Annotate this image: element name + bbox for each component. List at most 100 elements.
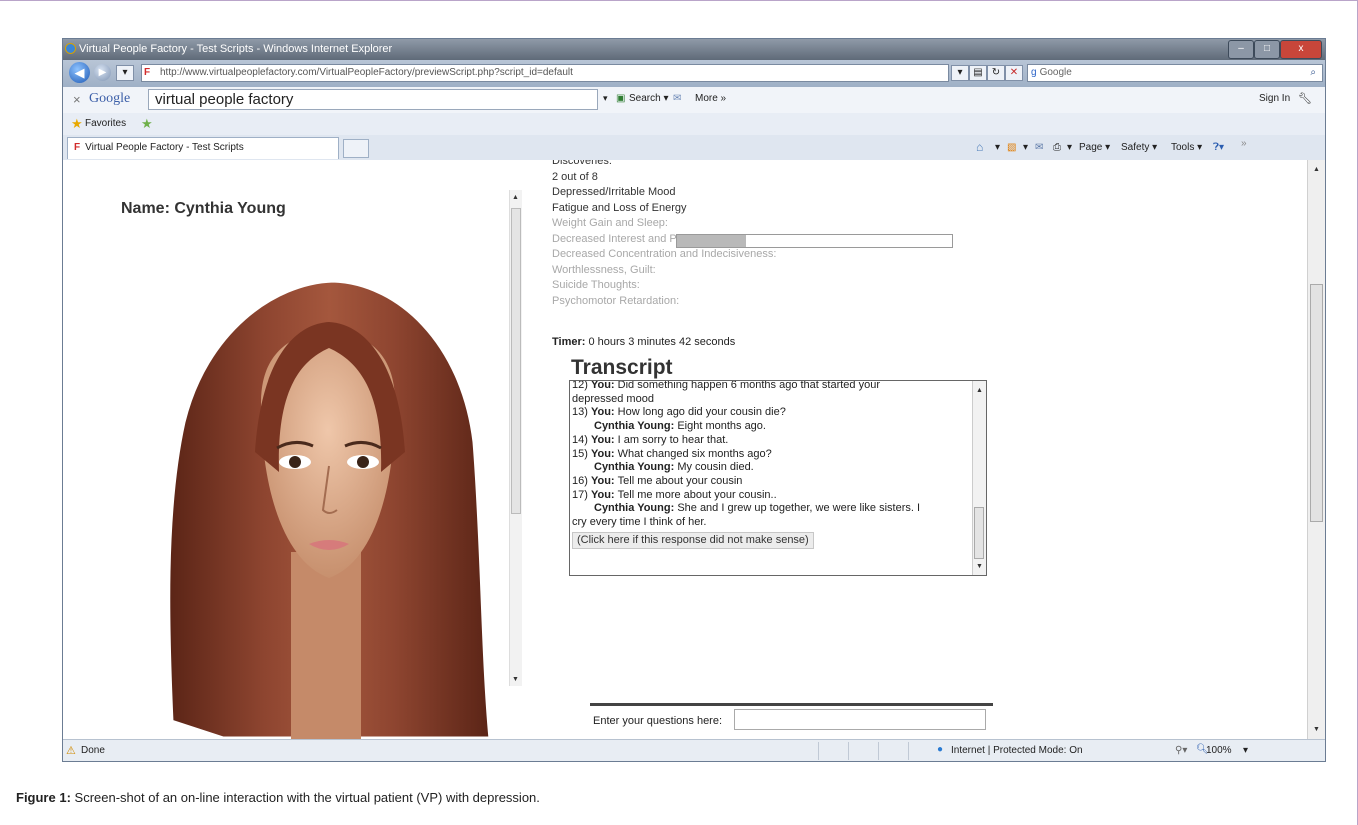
maximize-button[interactable]: □	[1254, 40, 1280, 59]
tab-bar: F Virtual People Factory - Test Scripts ⌂…	[63, 135, 1325, 161]
question-input[interactable]	[734, 709, 986, 730]
discovery-item: Fatigue and Loss of Energy	[552, 201, 687, 214]
scroll-down-icon[interactable]: ▼	[512, 676, 519, 683]
tab-favicon-icon: F	[74, 142, 81, 153]
page-scrollbar[interactable]: ▲ ▼	[1307, 160, 1325, 739]
close-toolbar-icon[interactable]: ×	[73, 92, 81, 107]
mail-icon[interactable]: ✉	[673, 93, 681, 104]
feedback-button[interactable]: (Click here if this response did not mak…	[572, 531, 814, 550]
browser-window: Virtual People Factory - Test Scripts - …	[62, 38, 1326, 762]
transcript-line: Cynthia Young: Eight months ago.	[572, 420, 968, 434]
read-mail-icon[interactable]: ✉	[1035, 142, 1043, 153]
address-bar: ◀ ▶ ▾ Fhttp://www.virtualpeoplefactory.c…	[63, 60, 1325, 87]
protected-mode-icon[interactable]: ⚲▾	[1175, 745, 1187, 756]
scroll-up-icon[interactable]: ▲	[512, 194, 519, 201]
feeds-icon[interactable]: ▧	[1007, 142, 1016, 153]
search-box[interactable]: g Google ⌕	[1027, 64, 1323, 82]
home-dropdown-icon[interactable]: ▾	[995, 142, 1000, 153]
line-text: My cousin died.	[677, 461, 754, 474]
favorites-star-icon: ★	[71, 116, 83, 131]
speaker-label: Cynthia Young:	[594, 502, 678, 515]
url-field[interactable]: Fhttp://www.virtualpeoplefactory.com/Vir…	[141, 64, 949, 82]
scrollbar-thumb[interactable]	[974, 507, 984, 559]
scrollbar-thumb[interactable]	[511, 208, 521, 514]
transcript-box: 12) You: Did something happen 6 months a…	[569, 380, 987, 576]
recent-pages-dropdown-icon[interactable]: ▾	[116, 65, 134, 81]
search-icon[interactable]: ⌕	[1310, 65, 1316, 81]
scroll-down-icon[interactable]: ▼	[976, 563, 983, 570]
transcript-line: 17) You: Tell me more about your cousin.…	[572, 489, 968, 503]
scroll-up-icon[interactable]: ▲	[1313, 166, 1320, 173]
line-text: Tell me more about your cousin..	[617, 488, 777, 501]
site-favicon-icon: F	[144, 67, 151, 78]
help-icon[interactable]: ❓︎▾	[1213, 142, 1224, 153]
speaker-label: You:	[590, 380, 618, 391]
line-number: 13)	[572, 406, 591, 419]
discovery-item-pending: Suicide Thoughts:	[552, 279, 640, 291]
minimize-button[interactable]: –	[1228, 40, 1254, 59]
print-icon[interactable]: ⎙	[1053, 142, 1061, 153]
scrollbar-thumb[interactable]	[1310, 284, 1323, 522]
forward-icon[interactable]: ▶	[94, 64, 111, 81]
tools-menu[interactable]: Tools ▾	[1171, 142, 1202, 153]
stop-icon[interactable]: ✕	[1005, 65, 1023, 81]
line-text: She and I grew up together, we were like…	[677, 502, 921, 515]
query-dropdown-icon[interactable]: ▾	[603, 93, 608, 104]
google-search-button[interactable]: Search ▾	[629, 93, 668, 104]
status-separator	[878, 742, 879, 760]
favorites-bar: ★ Favorites ★	[63, 113, 1325, 135]
address-dropdown-icon[interactable]: ▾	[951, 65, 969, 81]
line-number: 14)	[572, 433, 591, 446]
line-number: 15)	[572, 447, 591, 460]
more-button[interactable]: More »	[695, 93, 726, 104]
line-text: Eight months ago.	[677, 420, 766, 433]
discoveries-count: 2 out of 8	[552, 170, 598, 183]
search-placeholder: Google	[1039, 67, 1072, 78]
status-separator	[848, 742, 849, 760]
wrench-icon[interactable]: 🔧︎	[1298, 92, 1312, 105]
zoom-dropdown-icon[interactable]: ▾	[1243, 745, 1248, 756]
transcript-line: depressed mood	[572, 393, 968, 407]
print-dropdown-icon[interactable]: ▾	[1067, 142, 1072, 153]
add-to-favorites-icon[interactable]: ★	[141, 116, 153, 132]
google-query-input[interactable]: virtual people factory	[148, 89, 598, 110]
back-icon[interactable]: ◀	[69, 62, 90, 83]
status-separator	[818, 742, 819, 760]
zoom-level[interactable]: 100%	[1206, 745, 1232, 756]
line-text: depressed mood	[572, 392, 654, 405]
line-text: How long ago did your cousin die?	[617, 406, 786, 419]
security-zone[interactable]: Internet | Protected Mode: On	[951, 745, 1083, 756]
new-tab-button[interactable]	[343, 139, 369, 158]
feeds-dropdown-icon[interactable]: ▾	[1023, 142, 1028, 153]
safety-menu[interactable]: Safety ▾	[1121, 142, 1157, 153]
line-text: Tell me about your cousin	[617, 474, 743, 487]
refresh-icon[interactable]: ↻	[987, 65, 1005, 81]
timer-value: 0 hours 3 minutes 42 seconds	[588, 336, 736, 348]
scroll-down-icon[interactable]: ▼	[1313, 726, 1320, 733]
url-text: http://www.virtualpeoplefactory.com/Virt…	[160, 67, 573, 78]
left-panel-scrollbar[interactable]: ▲ ▼	[509, 190, 522, 686]
google-search-provider-icon: g	[1031, 67, 1037, 78]
figure-caption: Figure 1: Screen-shot of an on-line inte…	[16, 790, 540, 805]
scroll-up-icon[interactable]: ▲	[976, 387, 983, 394]
home-icon[interactable]: ⌂	[976, 140, 983, 154]
compatibility-view-icon[interactable]: ▤	[969, 65, 987, 81]
title-bar: Virtual People Factory - Test Scripts - …	[63, 39, 1325, 60]
transcript-line: 15) You: What changed six months ago?	[572, 448, 968, 462]
page-menu[interactable]: Page ▾	[1079, 142, 1110, 153]
transcript-line: 12) You: Did something happen 6 months a…	[572, 380, 968, 393]
speaker-label: You:	[590, 447, 618, 460]
favorites-button[interactable]: Favorites	[85, 118, 126, 129]
transcript-scrollbar[interactable]: ▲ ▼	[972, 381, 986, 575]
chevron-more-icon[interactable]: »	[1241, 138, 1247, 149]
tab-virtual-people-factory[interactable]: F Virtual People Factory - Test Scripts	[67, 137, 339, 159]
sign-in-button[interactable]: Sign In	[1259, 93, 1290, 104]
transcript-line: Cynthia Young: My cousin died.	[572, 461, 968, 475]
speaker-label: You:	[590, 406, 618, 419]
google-logo: Google	[89, 91, 131, 106]
status-text: Done	[81, 745, 105, 756]
warning-icon: ⚠	[66, 745, 76, 757]
google-search-icon: ▣	[616, 93, 626, 104]
close-window-button[interactable]: x	[1280, 40, 1322, 59]
page-content: Name: Cynthia Young ▲ ▼ Discoveries: 2 o…	[63, 160, 1325, 739]
